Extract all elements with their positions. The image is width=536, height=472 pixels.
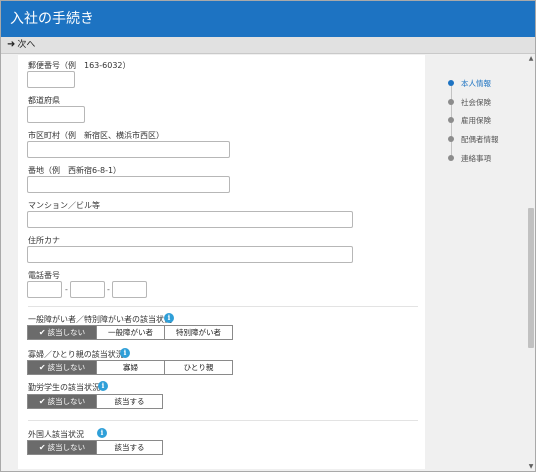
city-input[interactable] [27, 141, 230, 158]
working-student-label: 勤労学生の該当状況 [28, 383, 100, 392]
widow-label: 寡婦／ひとり親の該当状況 [28, 350, 124, 359]
check-icon: ✔ [38, 397, 46, 406]
app-window: 入社の手続き ➜ 次へ 郵便番号（例 163-6032） 都道府県 市区町村（例 … [0, 0, 536, 472]
window-title: 入社の手続き [1, 1, 535, 37]
postal-code-label: 郵便番号（例 163-6032） [28, 61, 131, 70]
check-icon: ✔ [38, 328, 46, 337]
phone-separator-2: - [107, 285, 110, 294]
building-label: マンション／ビル等 [28, 201, 100, 210]
widow-selector: ✔ 該当しない 寡婦 ひとり親 [27, 360, 233, 375]
arrow-right-icon: ➜ [7, 39, 16, 50]
check-icon: ✔ [38, 443, 46, 452]
working-student-option-none[interactable]: ✔ 該当しない [28, 395, 96, 408]
widow-option-single-parent[interactable]: ひとり親 [164, 361, 232, 374]
step-dot-icon [448, 117, 454, 123]
widow-option-widow[interactable]: 寡婦 [96, 361, 164, 374]
info-icon[interactable]: i [164, 313, 174, 323]
scroll-down-arrow-icon[interactable]: ▼ [527, 463, 535, 471]
disability-selector: ✔ 該当しない 一般障がい者 特別障がい者 [27, 325, 233, 340]
disability-option-none[interactable]: ✔ 該当しない [28, 326, 96, 339]
phone-input-2[interactable] [70, 281, 105, 298]
foreigner-option-none[interactable]: ✔ 該当しない [28, 441, 96, 454]
info-icon[interactable]: i [98, 381, 108, 391]
phone-separator-1: - [65, 285, 68, 294]
next-button[interactable]: ➜ 次へ [1, 37, 535, 54]
info-icon[interactable]: i [97, 428, 107, 438]
next-button-label: 次へ [17, 40, 36, 50]
prefecture-label: 都道府県 [28, 96, 60, 105]
step-dot-icon [448, 155, 454, 161]
step-dot-icon [448, 99, 454, 105]
sidenav-item-spouse-info[interactable]: 配偶者情報 [448, 134, 499, 144]
building-input[interactable] [27, 211, 353, 228]
foreigner-option-yes[interactable]: 該当する [96, 441, 162, 454]
prefecture-input[interactable] [27, 106, 85, 123]
disability-label: 一般障がい者／特別障がい者の該当状況 [28, 315, 172, 324]
working-student-option-yes[interactable]: 該当する [96, 395, 162, 408]
step-dot-icon [448, 136, 454, 142]
city-label: 市区町村（例 新宿区、横浜市西区） [28, 131, 164, 140]
working-student-selector: ✔ 該当しない 該当する [27, 394, 163, 409]
form-panel: 郵便番号（例 163-6032） 都道府県 市区町村（例 新宿区、横浜市西区） … [18, 55, 425, 469]
disability-option-general[interactable]: 一般障がい者 [96, 326, 164, 339]
disability-option-special[interactable]: 特別障がい者 [164, 326, 232, 339]
check-icon: ✔ [38, 363, 46, 372]
section-divider [28, 306, 418, 307]
step-dot-icon [448, 80, 454, 86]
vertical-scrollbar[interactable]: ▲ ▼ [526, 55, 535, 471]
address-kana-label: 住所カナ [28, 236, 60, 245]
widow-option-none[interactable]: ✔ 該当しない [28, 361, 96, 374]
address-kana-input[interactable] [27, 246, 353, 263]
sidenav-item-notes[interactable]: 連絡事項 [448, 153, 491, 163]
sidenav-item-personal-info[interactable]: 本人情報 [448, 78, 491, 88]
section-divider [28, 420, 418, 421]
phone-label: 電話番号 [28, 271, 60, 280]
phone-input-3[interactable] [112, 281, 147, 298]
foreigner-label: 外国人該当状況 [28, 430, 84, 439]
scrollbar-thumb[interactable] [528, 208, 534, 348]
postal-code-input[interactable] [27, 71, 75, 88]
foreigner-selector: ✔ 該当しない 該当する [27, 440, 163, 455]
sidenav-item-social-insurance[interactable]: 社会保険 [448, 97, 491, 107]
info-icon[interactable]: i [120, 348, 130, 358]
scroll-up-arrow-icon[interactable]: ▲ [527, 55, 535, 63]
phone-input-1[interactable] [27, 281, 62, 298]
street-input[interactable] [27, 176, 230, 193]
sidenav-item-employment-insurance[interactable]: 雇用保険 [448, 115, 491, 125]
street-label: 番地（例 西新宿6-8-1） [28, 166, 122, 175]
